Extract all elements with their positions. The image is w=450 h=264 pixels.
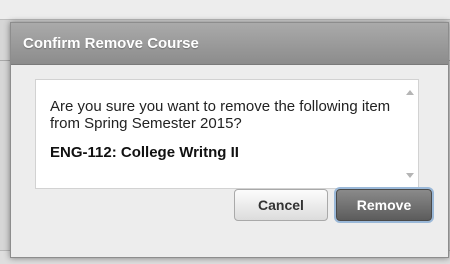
scroll-down-arrow-icon[interactable]: [406, 173, 414, 178]
message-area: Are you sure you want to remove the foll…: [50, 98, 400, 161]
confirm-remove-dialog: Confirm Remove Course Are you sure you w…: [10, 22, 449, 258]
dialog-button-row: Cancel Remove: [234, 189, 432, 221]
remove-button[interactable]: Remove: [336, 189, 432, 221]
message-scrollbar[interactable]: [402, 80, 418, 188]
dialog-title: Confirm Remove Course: [23, 35, 199, 52]
backdrop-toolbar: [0, 0, 450, 20]
dialog-header: Confirm Remove Course: [11, 23, 448, 65]
scroll-up-arrow-icon[interactable]: [406, 90, 414, 95]
course-item-name: ENG-112: College Writng II: [50, 144, 239, 161]
cancel-button[interactable]: Cancel: [234, 189, 328, 221]
dialog-message-box: Are you sure you want to remove the foll…: [35, 79, 419, 189]
confirm-message: Are you sure you want to remove the foll…: [50, 98, 391, 132]
